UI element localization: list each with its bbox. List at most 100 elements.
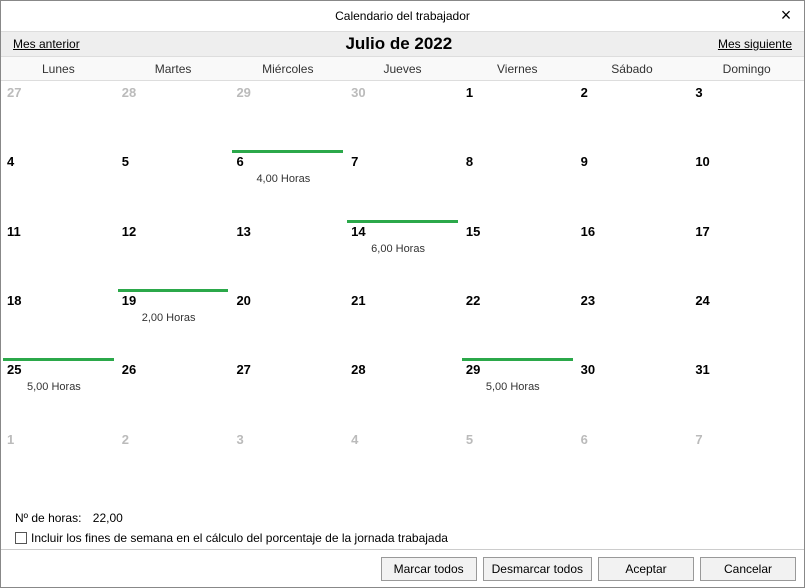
day-hours-label: 5,00 Horas [7,381,110,393]
day-number: 25 [7,362,110,377]
calendar-day[interactable]: 146,00 Horas [345,220,460,289]
day-number: 29 [236,85,339,100]
calendar-day[interactable]: 31 [689,358,804,427]
calendar-day[interactable]: 11 [1,220,116,289]
day-number: 4 [7,154,110,169]
footer-info: Nº de horas: 22,00 Incluir los fines de … [1,503,804,549]
calendar-day[interactable]: 16 [575,220,690,289]
calendar-day[interactable]: 9 [575,150,690,219]
day-marker-bar [232,150,343,153]
day-number: 13 [236,224,339,239]
calendar-day[interactable]: 5 [116,150,231,219]
day-number: 17 [695,224,798,239]
calendar-day[interactable]: 27 [230,358,345,427]
close-icon[interactable]: × [776,5,796,26]
calendar-day[interactable]: 13 [230,220,345,289]
hours-total-value: 22,00 [93,511,123,525]
calendar-day[interactable]: 5 [460,428,575,497]
hours-total-label: Nº de horas: [15,511,81,525]
calendar-day[interactable]: 6 [575,428,690,497]
calendar-day[interactable]: 3 [689,81,804,150]
dow-label: Lunes [1,57,116,80]
calendar-day[interactable]: 26 [116,358,231,427]
day-number: 5 [122,154,225,169]
calendar-day[interactable]: 28 [345,358,460,427]
calendar-day[interactable]: 19 2,00 Horas [116,289,231,358]
button-bar: Marcar todos Desmarcar todos Aceptar Can… [1,549,804,587]
calendar-day[interactable]: 4 [1,150,116,219]
month-nav: Mes anterior Julio de 2022 Mes siguiente [1,31,804,57]
dow-label: Viernes [460,57,575,80]
calendar-day[interactable]: 295,00 Horas [460,358,575,427]
calendar-day[interactable]: 20 [230,289,345,358]
day-hours-label: 2,00 Horas [122,312,225,324]
next-month-link[interactable]: Mes siguiente [718,37,792,51]
dow-label: Sábado [575,57,690,80]
dow-label: Domingo [689,57,804,80]
calendar-day[interactable]: 22 [460,289,575,358]
calendar-day[interactable]: 1 [460,81,575,150]
calendar-day[interactable]: 2 [575,81,690,150]
day-number: 1 [7,432,110,447]
dow-label: Martes [116,57,231,80]
accept-button[interactable]: Aceptar [598,557,694,581]
calendar-day[interactable]: 8 [460,150,575,219]
calendar-row: 1112 13 146,00 Horas15 16 17 [1,220,804,289]
day-number: 26 [122,362,225,377]
calendar-row: 45 64,00 Horas 78910 [1,150,804,219]
calendar-day[interactable]: 23 [575,289,690,358]
day-number: 19 [122,293,225,308]
calendar-day[interactable]: 4 [345,428,460,497]
dow-label: Miércoles [230,57,345,80]
unmark-all-button[interactable]: Desmarcar todos [483,557,592,581]
day-number: 18 [7,293,110,308]
day-number: 29 [466,362,569,377]
calendar-day[interactable]: 25 5,00 Horas [1,358,116,427]
titlebar: Calendario del trabajador × [1,1,804,31]
cancel-button[interactable]: Cancelar [700,557,796,581]
day-number: 28 [351,362,454,377]
day-number: 6 [581,432,684,447]
day-number: 2 [122,432,225,447]
calendar-day[interactable]: 64,00 Horas [230,150,345,219]
calendar-day[interactable]: 12 [116,220,231,289]
calendar-day[interactable]: 3 [230,428,345,497]
calendar-row: 2728 29 30 123 [1,81,804,150]
calendar-day[interactable]: 30 [345,81,460,150]
include-weekends-checkbox[interactable] [15,532,27,544]
day-marker-bar [347,220,458,223]
calendar-day[interactable]: 27 [1,81,116,150]
calendar-day[interactable]: 30 [575,358,690,427]
window-title: Calendario del trabajador [335,9,470,23]
calendar-day[interactable]: 1 [1,428,116,497]
calendar-day[interactable]: 15 [460,220,575,289]
day-number: 21 [351,293,454,308]
include-weekends-row: Incluir los fines de semana en el cálcul… [15,531,790,545]
day-hours-label: 6,00 Horas [351,243,454,255]
day-number: 3 [695,85,798,100]
calendar-day[interactable]: 18 [1,289,116,358]
day-number: 23 [581,293,684,308]
calendar-day[interactable]: 17 [689,220,804,289]
calendar-day[interactable]: 7 [689,428,804,497]
calendar-day[interactable]: 28 [116,81,231,150]
calendar-day[interactable]: 24 [689,289,804,358]
calendar-day[interactable]: 7 [345,150,460,219]
hours-total: Nº de horas: 22,00 [15,511,790,525]
month-title: Julio de 2022 [80,34,718,54]
calendar-dialog: Calendario del trabajador × Mes anterior… [0,0,805,588]
dow-label: Jueves [345,57,460,80]
day-marker-bar [3,358,114,361]
mark-all-button[interactable]: Marcar todos [381,557,477,581]
calendar-day[interactable]: 29 [230,81,345,150]
calendar-day[interactable]: 10 [689,150,804,219]
day-number: 7 [351,154,454,169]
day-hours-label: 4,00 Horas [236,173,339,185]
calendar-day[interactable]: 2 [116,428,231,497]
prev-month-link[interactable]: Mes anterior [13,37,80,51]
calendar-row: 1234567 [1,428,804,497]
day-marker-bar [462,358,573,361]
calendar-day[interactable]: 21 [345,289,460,358]
day-number: 16 [581,224,684,239]
day-number: 1 [466,85,569,100]
